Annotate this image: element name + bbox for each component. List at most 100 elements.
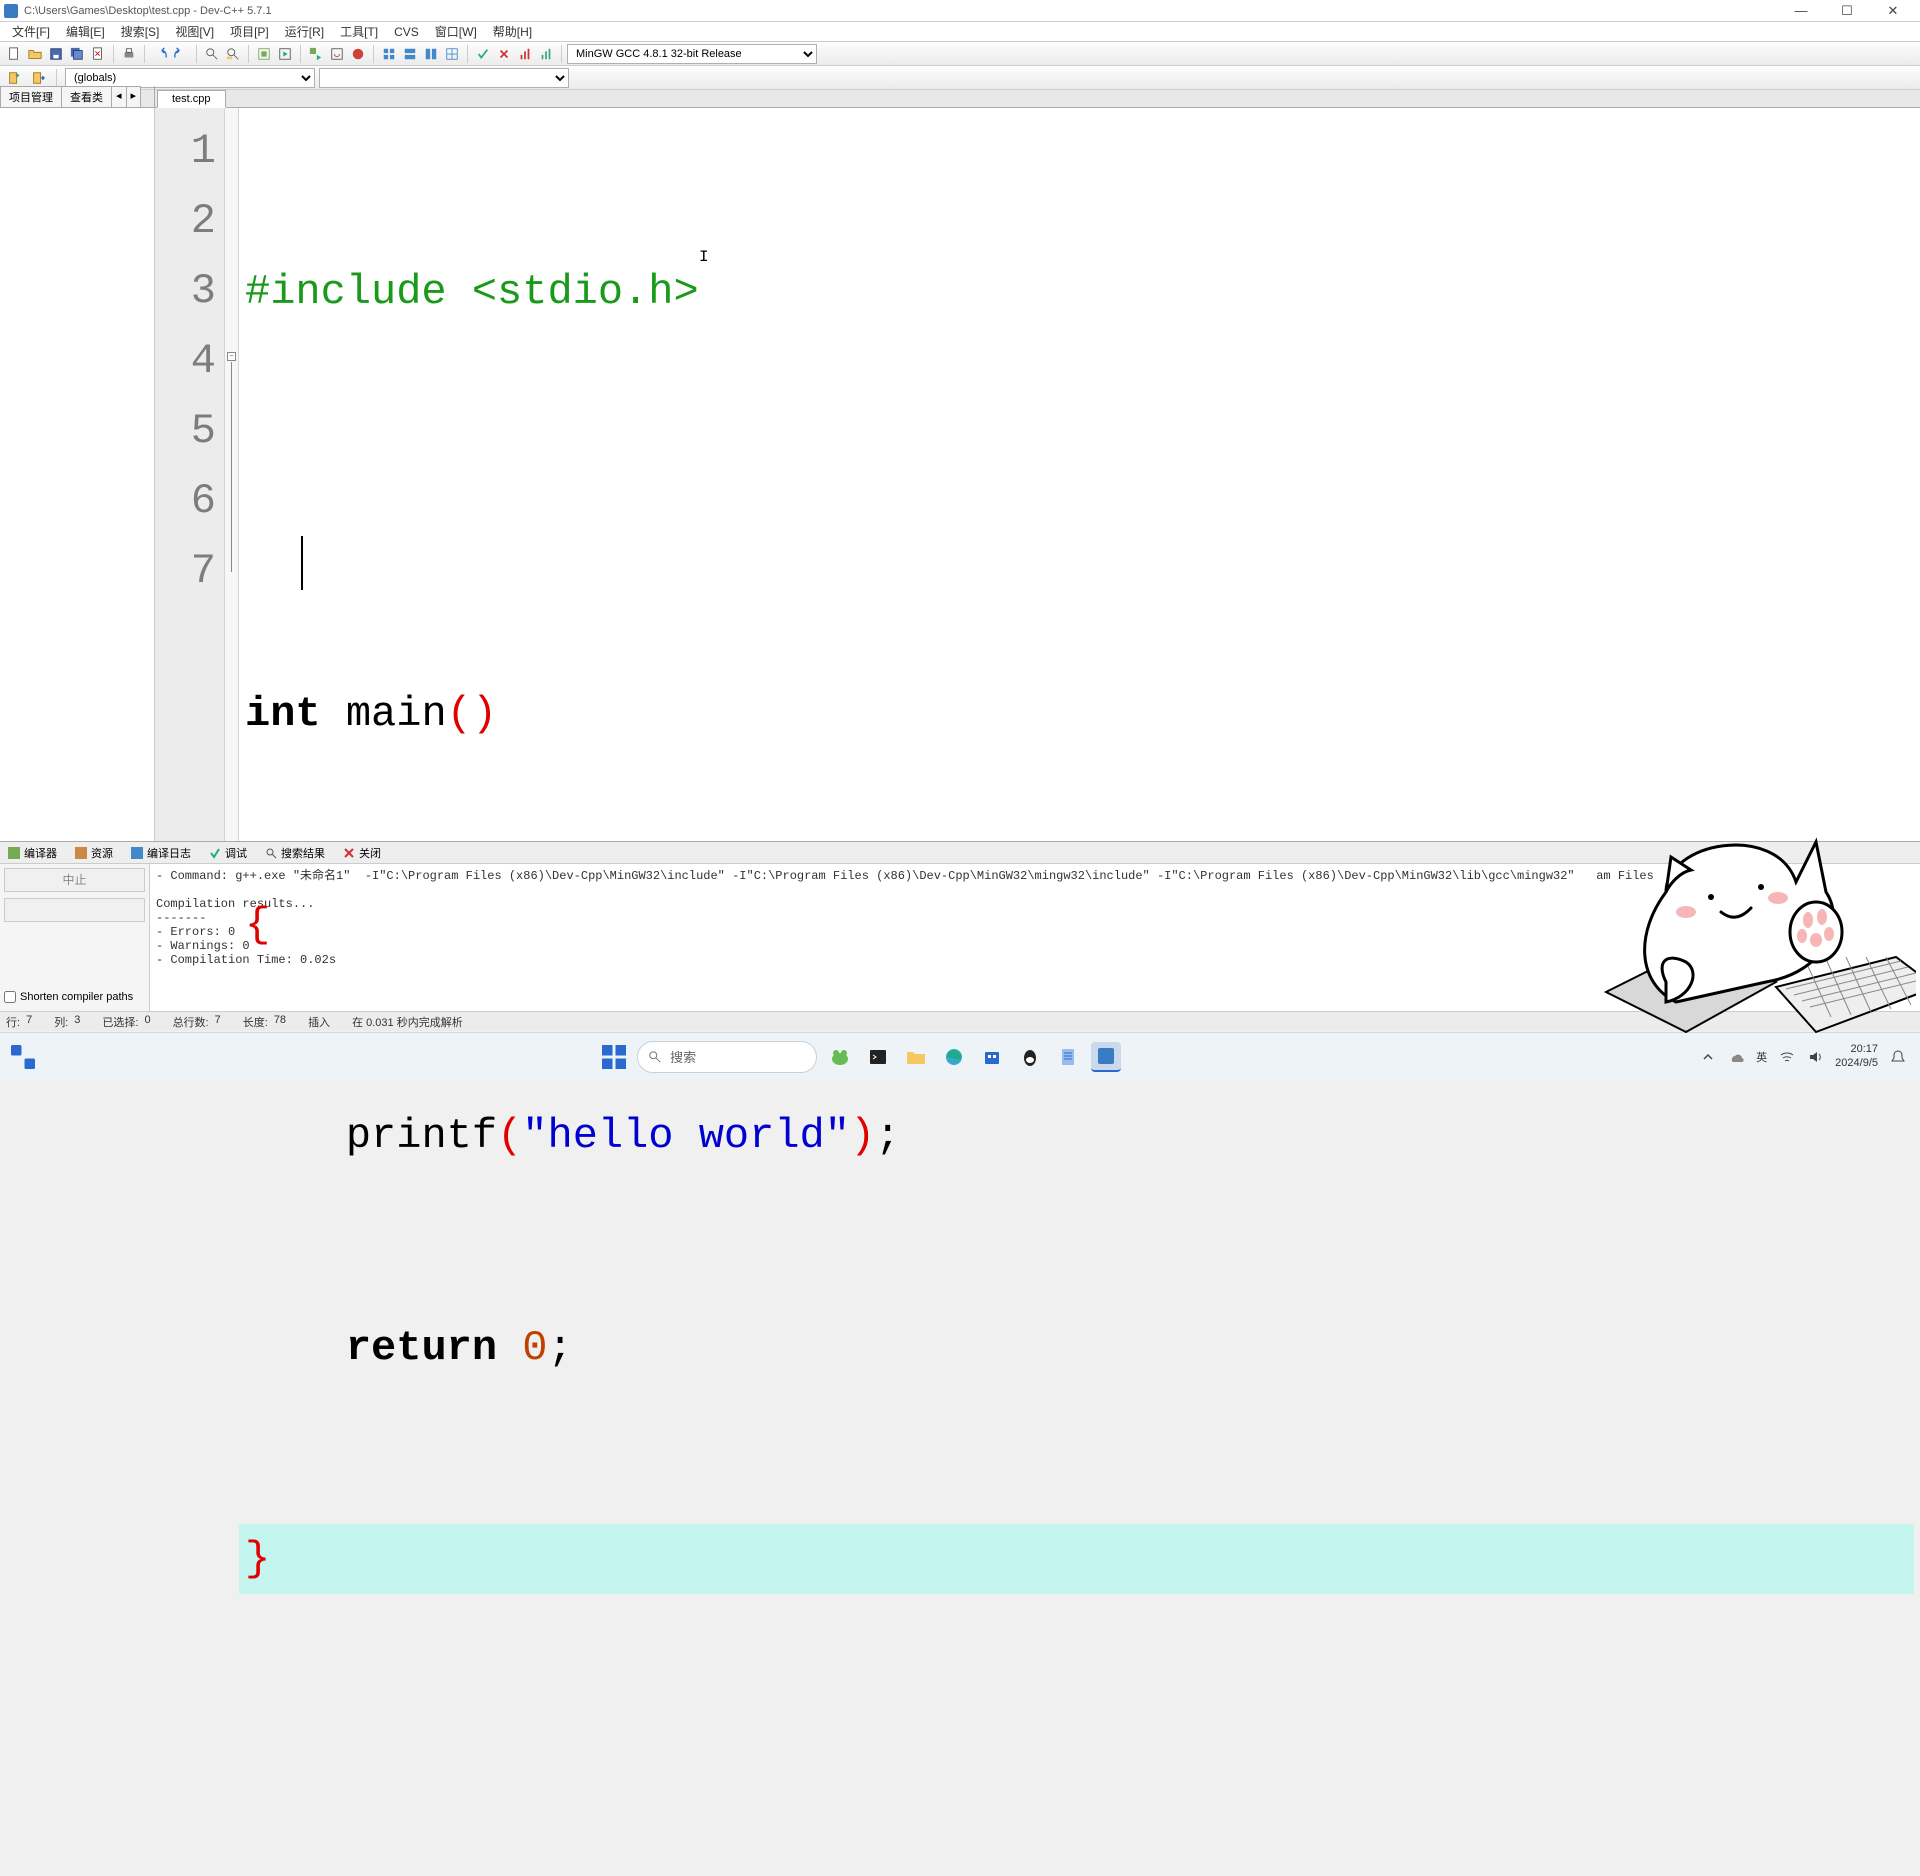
debug-x-icon[interactable] bbox=[494, 44, 514, 64]
status-col: 列:3 bbox=[54, 1014, 80, 1030]
grid4-icon[interactable] bbox=[442, 44, 462, 64]
fold-gutter[interactable]: − bbox=[225, 108, 239, 841]
bookmark-goto-icon[interactable] bbox=[28, 68, 48, 88]
tray-ime[interactable]: 英 bbox=[1756, 1049, 1767, 1065]
save-icon[interactable] bbox=[46, 44, 66, 64]
menu-help[interactable]: 帮助[H] bbox=[485, 21, 540, 42]
shorten-paths-checkbox[interactable]: Shorten compiler paths bbox=[4, 991, 145, 1007]
tab-class-view[interactable]: 查看类 bbox=[61, 86, 112, 107]
menu-project[interactable]: 项目[P] bbox=[222, 21, 277, 42]
status-selection: 已选择:0 bbox=[102, 1014, 150, 1030]
search-placeholder: 搜索 bbox=[670, 1047, 696, 1066]
new-file-icon[interactable] bbox=[4, 44, 24, 64]
start-icon[interactable] bbox=[599, 1042, 629, 1072]
compile-run-icon[interactable] bbox=[306, 44, 326, 64]
abort-button[interactable]: 中止 bbox=[4, 868, 145, 892]
taskbar-app-frog-icon[interactable] bbox=[825, 1042, 855, 1072]
token-brace: { bbox=[245, 901, 270, 949]
menu-window[interactable]: 窗口[W] bbox=[427, 21, 485, 42]
menu-file[interactable]: 文件[F] bbox=[4, 21, 58, 42]
taskbar-app-qq-icon[interactable] bbox=[1015, 1042, 1045, 1072]
save-all-icon[interactable] bbox=[67, 44, 87, 64]
shorten-paths-input[interactable] bbox=[4, 991, 16, 1003]
bookmark-add-icon[interactable] bbox=[4, 68, 24, 88]
text-caret-mark: I bbox=[699, 244, 709, 271]
menu-view[interactable]: 视图[V] bbox=[167, 21, 222, 42]
main-area: 1 2 3 4 5 6 7 − #include <stdio.h> int m… bbox=[0, 108, 1920, 841]
replace-icon[interactable] bbox=[223, 44, 243, 64]
code-area[interactable]: #include <stdio.h> int main() { printf("… bbox=[239, 108, 1920, 841]
fold-toggle-icon[interactable]: − bbox=[227, 352, 236, 361]
tabstrip: 项目管理 查看类 ◂ ▸ test.cpp bbox=[0, 90, 1920, 108]
taskbar-app-store-icon[interactable] bbox=[977, 1042, 1007, 1072]
close-file-icon[interactable] bbox=[88, 44, 108, 64]
project-panel[interactable] bbox=[0, 108, 155, 841]
tab-resources[interactable]: 资源 bbox=[71, 843, 117, 863]
windows-taskbar[interactable]: 搜索 英 20:17 2024/9/5 bbox=[0, 1032, 1920, 1080]
tray-clock[interactable]: 20:17 2024/9/5 bbox=[1835, 1043, 1878, 1069]
compile-icon[interactable] bbox=[254, 44, 274, 64]
line-gutter: 1 2 3 4 5 6 7 bbox=[155, 108, 225, 841]
line-number: 2 bbox=[155, 186, 216, 256]
menu-search[interactable]: 搜索[S] bbox=[113, 21, 168, 42]
menu-tools[interactable]: 工具[T] bbox=[332, 21, 386, 42]
menu-run[interactable]: 运行[R] bbox=[277, 21, 332, 42]
print-icon[interactable] bbox=[119, 44, 139, 64]
tray-notifications-icon[interactable] bbox=[1890, 1049, 1906, 1065]
token-number: 0 bbox=[522, 1324, 547, 1372]
minimize-button[interactable]: — bbox=[1778, 0, 1824, 21]
close-button[interactable]: ✕ bbox=[1870, 0, 1916, 21]
taskbar-app-notepad-icon[interactable] bbox=[1053, 1042, 1083, 1072]
search-icon bbox=[648, 1050, 662, 1064]
undo-icon[interactable] bbox=[150, 44, 170, 64]
code-editor[interactable]: 1 2 3 4 5 6 7 − #include <stdio.h> int m… bbox=[155, 108, 1920, 841]
token-preproc: #include <stdio.h> bbox=[245, 268, 699, 316]
window-title: C:\Users\Games\Desktop\test.cpp - Dev-C+… bbox=[24, 5, 1778, 17]
run-icon[interactable] bbox=[275, 44, 295, 64]
taskbar-search[interactable]: 搜索 bbox=[637, 1041, 817, 1073]
compiler-select[interactable]: MinGW GCC 4.8.1 32-bit Release bbox=[567, 44, 817, 64]
output-controls: 中止 Shorten compiler paths bbox=[0, 864, 150, 1011]
line-number: 3 bbox=[155, 256, 216, 326]
profile-icon[interactable] bbox=[515, 44, 535, 64]
tray-wifi-icon[interactable] bbox=[1779, 1049, 1795, 1065]
line-number: 5 bbox=[155, 396, 216, 466]
redo-icon[interactable] bbox=[171, 44, 191, 64]
tab-nav-right[interactable]: ▸ bbox=[126, 86, 142, 107]
tab-compiler[interactable]: 编译器 bbox=[4, 843, 61, 863]
rebuild-icon[interactable] bbox=[327, 44, 347, 64]
tab-compile-log[interactable]: 编译日志 bbox=[127, 843, 195, 863]
tab-project-manager[interactable]: 项目管理 bbox=[0, 86, 62, 107]
profile2-icon[interactable] bbox=[536, 44, 556, 64]
taskbar-app-devcpp-icon[interactable] bbox=[1091, 1042, 1121, 1072]
tray-chevron-icon[interactable] bbox=[1700, 1049, 1716, 1065]
progress-bar bbox=[4, 898, 145, 922]
scope-select[interactable]: (globals) bbox=[65, 68, 315, 88]
maximize-button[interactable]: ☐ bbox=[1824, 0, 1870, 21]
stop-icon[interactable] bbox=[348, 44, 368, 64]
token-keyword: int bbox=[245, 690, 321, 738]
debug-check-icon[interactable] bbox=[473, 44, 493, 64]
taskbar-app-edge-icon[interactable] bbox=[939, 1042, 969, 1072]
tray-volume-icon[interactable] bbox=[1807, 1049, 1823, 1065]
tray-onedrive-icon[interactable] bbox=[1728, 1049, 1744, 1065]
tray-date: 2024/9/5 bbox=[1835, 1057, 1878, 1070]
open-file-icon[interactable] bbox=[25, 44, 45, 64]
grid2-icon[interactable] bbox=[400, 44, 420, 64]
menubar: 文件[F] 编辑[E] 搜索[S] 视图[V] 项目[P] 运行[R] 工具[T… bbox=[0, 22, 1920, 42]
tab-nav-left[interactable]: ◂ bbox=[111, 86, 127, 107]
app-icon bbox=[4, 4, 18, 18]
token-paren: ) bbox=[850, 1112, 875, 1160]
tray-time: 20:17 bbox=[1835, 1043, 1878, 1056]
taskbar-app-explorer-icon[interactable] bbox=[901, 1042, 931, 1072]
menu-edit[interactable]: 编辑[E] bbox=[58, 21, 113, 42]
file-tab-test-cpp[interactable]: test.cpp bbox=[157, 90, 226, 108]
token-identifier: main bbox=[321, 690, 447, 738]
grid1-icon[interactable] bbox=[379, 44, 399, 64]
status-line: 行:7 bbox=[6, 1014, 32, 1030]
find-icon[interactable] bbox=[202, 44, 222, 64]
menu-cvs[interactable]: CVS bbox=[386, 23, 427, 41]
member-select[interactable] bbox=[319, 68, 569, 88]
grid3-icon[interactable] bbox=[421, 44, 441, 64]
taskbar-app-terminal-icon[interactable] bbox=[863, 1042, 893, 1072]
